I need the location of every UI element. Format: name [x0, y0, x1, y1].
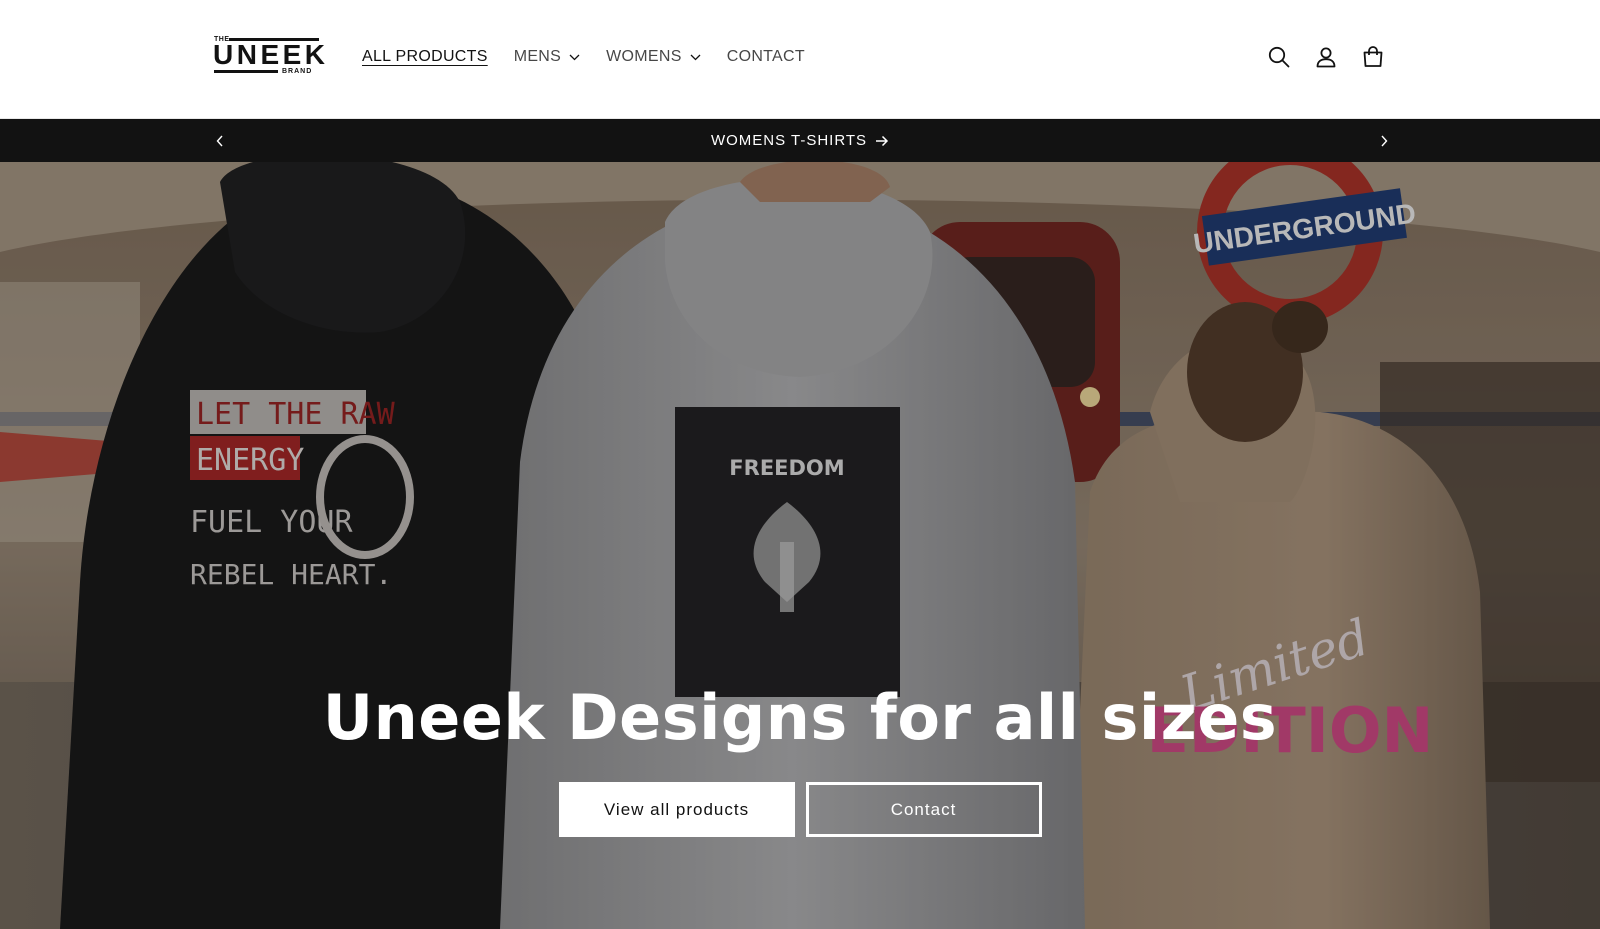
brand-logo[interactable]: THE UNEEK BRAND — [212, 36, 325, 78]
main-nav: ALL PRODUCTS MENS WOMENS CONTACT — [362, 44, 831, 70]
chevron-left-icon[interactable] — [202, 119, 238, 162]
header-icons — [1262, 40, 1390, 74]
logo-brand-text: BRAND — [282, 68, 313, 75]
search-icon[interactable] — [1262, 40, 1296, 74]
nav-item-label: CONTACT — [726, 48, 805, 65]
account-icon[interactable] — [1309, 40, 1343, 74]
logo-wordmark: UNEEK — [213, 39, 329, 70]
announcement-text: WOMENS T-SHIRTS — [710, 132, 868, 149]
chevron-down-icon — [569, 54, 580, 60]
hero-buttons: View all products Contact — [0, 782, 1600, 837]
announcement-link-area: WOMENS T-SHIRTS — [0, 119, 1600, 162]
hero-title: Uneek Designs for all sizes — [322, 681, 1278, 754]
announcement-link[interactable]: WOMENS T-SHIRTS — [711, 132, 889, 149]
announcement-bar: WOMENS T-SHIRTS — [0, 119, 1600, 162]
nav-item-all-products[interactable]: ALL PRODUCTS — [362, 48, 488, 66]
nav-item-contact[interactable]: CONTACT — [727, 48, 805, 66]
site-header: THE UNEEK BRAND ALL PRODUCTS MENS WOMENS… — [0, 0, 1600, 119]
chevron-down-icon — [690, 54, 701, 60]
hero-banner: UNDERGROUND Limited EDITION LET THE RAW … — [0, 162, 1600, 929]
logo-bar-bottom — [214, 70, 278, 73]
contact-button[interactable]: Contact — [805, 782, 1042, 837]
nav-item-label: WOMENS — [606, 48, 682, 65]
view-all-products-button[interactable]: View all products — [558, 782, 795, 837]
nav-item-label: MENS — [513, 48, 562, 65]
nav-item-womens[interactable]: WOMENS — [606, 48, 701, 66]
cart-icon[interactable] — [1356, 40, 1390, 74]
chevron-right-icon[interactable] — [1366, 119, 1402, 162]
nav-item-label: ALL PRODUCTS — [362, 48, 488, 65]
arrow-right-icon — [876, 135, 889, 146]
nav-item-mens[interactable]: MENS — [514, 48, 580, 66]
